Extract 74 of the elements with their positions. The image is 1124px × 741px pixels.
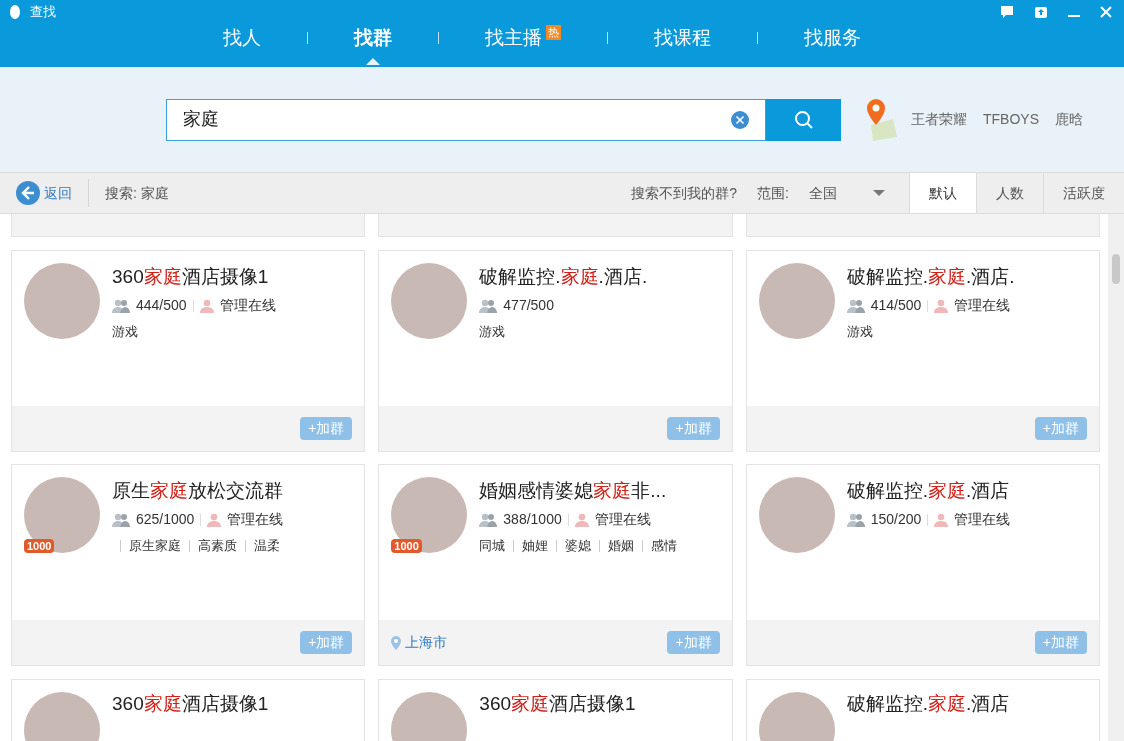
clear-icon[interactable] [731, 110, 749, 129]
group-title: 破解监控.家庭.酒店. [479, 265, 648, 289]
member-count: 150/200 [870, 510, 922, 529]
admin-status: 管理在线 [954, 296, 1011, 315]
members-icon [479, 298, 498, 313]
location-link[interactable]: 上海市 [405, 632, 448, 653]
map-pin-icon [865, 98, 899, 141]
group-tag: 原生家庭 [129, 536, 181, 556]
members-icon [112, 298, 130, 313]
person-icon [934, 512, 949, 527]
group-tag: 婆媳 [565, 536, 592, 556]
person-icon [207, 512, 222, 527]
group-tag: 婚姻 [608, 536, 635, 556]
nav-tab[interactable]: 找主播 [485, 25, 542, 51]
member-count: 444/500 [136, 296, 187, 315]
back-button[interactable]: 返回 [0, 181, 88, 205]
location-pin-icon [391, 635, 402, 650]
member-limit-badge: 1000 [24, 539, 55, 553]
group-title: 原生家庭放松交流群 [112, 479, 284, 503]
caret-icon [873, 190, 885, 196]
group-tag: 温柔 [254, 536, 280, 556]
close-icon[interactable] [1100, 6, 1112, 18]
sort-tab[interactable]: 默认 [909, 173, 976, 213]
admin-status: 管理在线 [227, 510, 284, 529]
upload-icon[interactable] [1034, 5, 1048, 19]
members-icon [479, 512, 498, 527]
member-count: 414/500 [870, 296, 922, 315]
members-icon [112, 512, 130, 527]
search-field[interactable]: 家庭 [166, 98, 766, 141]
members-icon [846, 512, 865, 527]
group-title: 破解监控.家庭.酒店. [846, 265, 1015, 289]
group-tag: 同城 [479, 536, 506, 556]
admin-status: 管理在线 [219, 296, 276, 315]
group-title: 360家庭酒店摄像1 [112, 265, 270, 289]
window-title: 查找 [30, 3, 56, 22]
search-button[interactable] [766, 98, 841, 141]
nav-tab[interactable]: 找服务 [804, 25, 861, 51]
sort-tab[interactable]: 活跃度 [1043, 173, 1124, 213]
group-tag: 游戏 [112, 322, 138, 342]
group-title: 破解监控.家庭.酒店 [846, 692, 1010, 716]
group-tag: 游戏 [846, 322, 873, 342]
sort-tab[interactable]: 人数 [976, 173, 1043, 213]
group-tag: 感情 [651, 536, 678, 556]
search-query-label: 搜索: 家庭 [105, 183, 169, 203]
group-tag: 游戏 [479, 322, 506, 342]
hot-keyword-link[interactable]: 王者荣耀 [911, 109, 967, 130]
group-title: 360家庭酒店摄像1 [112, 692, 269, 716]
scope-label: 范围: [757, 183, 789, 203]
scope-dropdown[interactable]: 全国 [809, 182, 885, 204]
scrollbar-thumb[interactable] [1112, 254, 1120, 284]
member-limit-badge: 1000 [391, 539, 422, 553]
admin-status: 管理在线 [954, 510, 1011, 529]
group-tag: 妯娌 [522, 536, 549, 556]
member-count: 477/500 [503, 296, 554, 315]
hot-keyword-link[interactable]: 鹿晗 [1055, 109, 1083, 130]
group-tag: 高素质 [198, 536, 237, 556]
nav-tab[interactable]: 找课程 [654, 25, 711, 51]
nav-tab[interactable]: 找群 [354, 25, 392, 51]
hot-keyword-link[interactable]: TFBOYS [983, 109, 1039, 130]
admin-status: 管理在线 [594, 510, 651, 529]
group-title: 360家庭酒店摄像1 [479, 692, 636, 716]
nav-tab[interactable]: 找人 [223, 25, 261, 51]
members-icon [846, 298, 865, 313]
hot-badge: 热 [546, 24, 561, 40]
feedback-icon[interactable] [1000, 5, 1014, 19]
help-link[interactable]: 搜索不到我的群? [631, 182, 738, 204]
person-icon [934, 298, 949, 313]
member-count: 625/1000 [136, 510, 195, 529]
group-title: 破解监控.家庭.酒店 [846, 479, 1011, 503]
person-icon [199, 298, 214, 313]
search-icon [793, 109, 814, 130]
group-title: 婚姻感情婆媳家庭非... [479, 479, 668, 503]
person-icon [574, 512, 589, 527]
member-count: 388/1000 [503, 510, 562, 529]
